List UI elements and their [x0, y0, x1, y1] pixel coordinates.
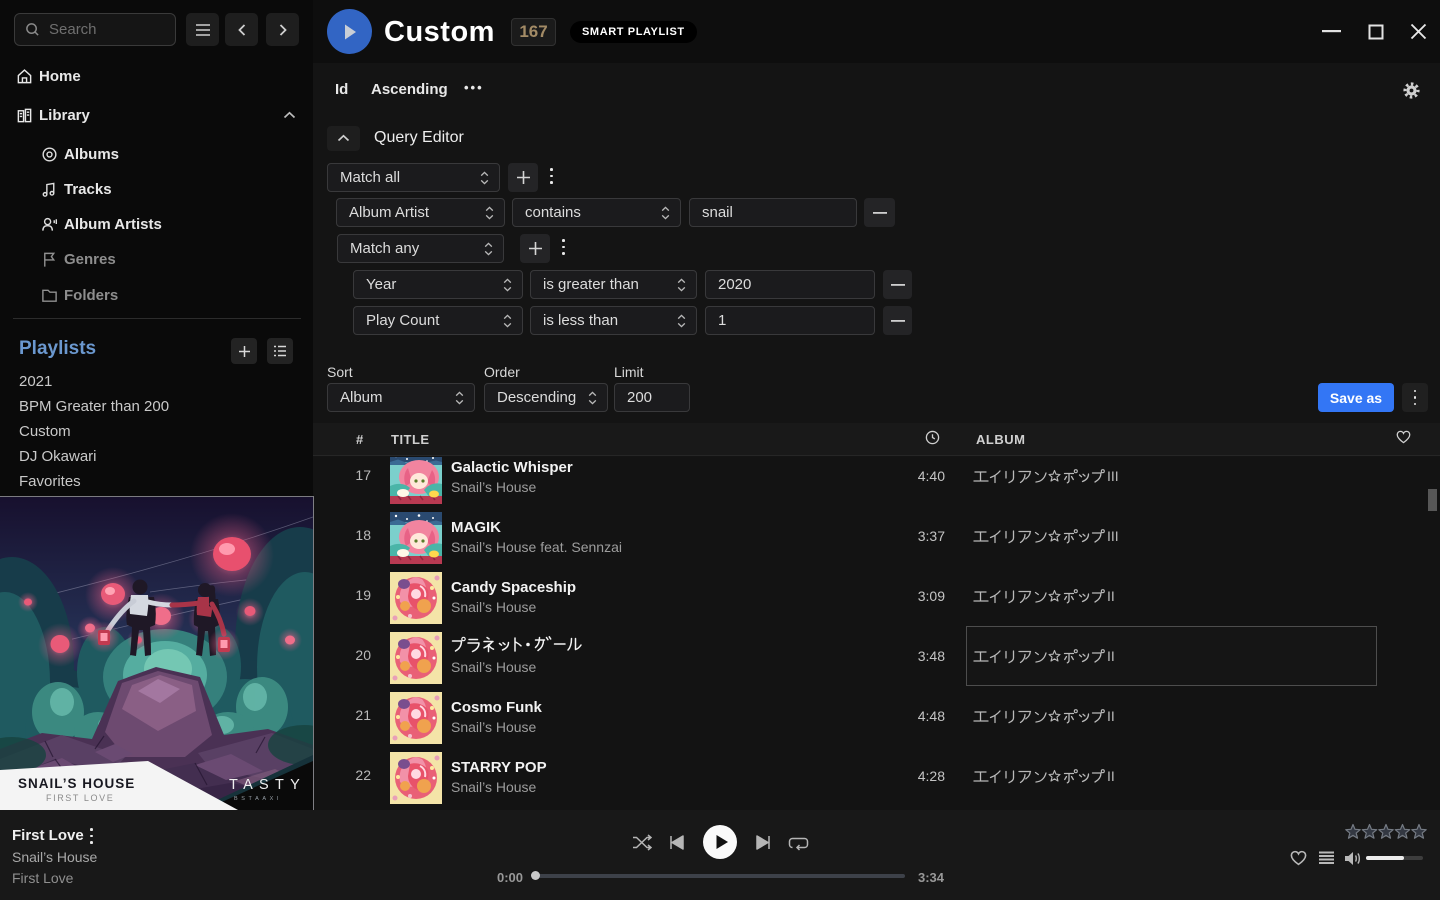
svg-text:II: II [1107, 708, 1115, 724]
svg-text:III: III [1107, 468, 1119, 484]
svg-text:TASTY: TASTY [229, 777, 306, 793]
svg-text:II: II [1107, 588, 1115, 604]
svg-text:III: III [1107, 528, 1119, 544]
svg-text:II: II [1107, 648, 1115, 664]
svg-text:FIRST LOVE: FIRST LOVE [46, 793, 114, 803]
svg-text:SNAIL’S HOUSE: SNAIL’S HOUSE [18, 776, 135, 791]
svg-text:II: II [1107, 768, 1115, 784]
svg-text:BSTAAXI: BSTAAXI [234, 796, 282, 802]
